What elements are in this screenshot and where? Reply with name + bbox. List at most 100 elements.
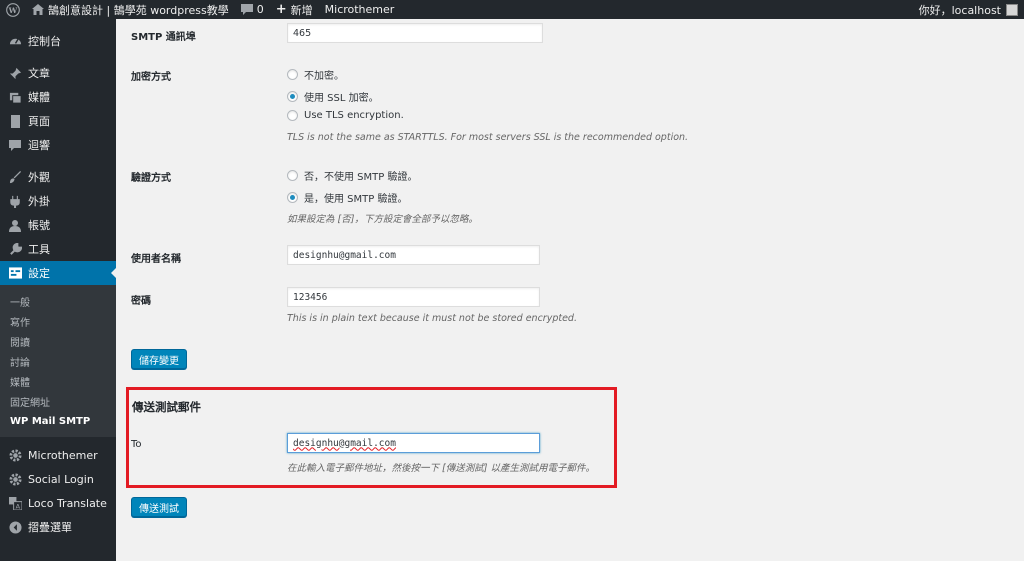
sidebar-item-label: 帳號	[28, 219, 50, 232]
radio-button[interactable]	[287, 170, 298, 181]
auth-option-no[interactable]: 否，不使用 SMTP 驗證。	[287, 168, 417, 183]
user-icon	[8, 218, 22, 232]
brush-icon	[8, 170, 22, 184]
encryption-description: TLS is not the same as STARTTLS. For mos…	[287, 132, 689, 143]
microthemer-link[interactable]: Microthemer	[319, 0, 401, 19]
to-label: To	[131, 439, 142, 450]
sidebar-item-dashboard[interactable]: 控制台	[0, 29, 116, 53]
avatar	[1006, 3, 1018, 16]
sidebar-item-label: 外掛	[28, 195, 50, 208]
sidebar-item-settings[interactable]: 設定	[0, 261, 116, 285]
option-label: 否，不使用 SMTP 驗證。	[304, 172, 418, 183]
submenu-item-writing[interactable]: 寫作	[0, 311, 116, 331]
sidebar-item-label: 設定	[28, 267, 50, 280]
authentication-description: 如果設定為 [否]，下方設定會全部予以忽略。	[287, 214, 478, 225]
encryption-label: 加密方式	[131, 72, 171, 83]
submenu-item-general[interactable]: 一般	[0, 291, 116, 311]
home-icon	[32, 4, 44, 15]
sidebar-item-microthemer[interactable]: Microthemer	[0, 443, 116, 467]
password-label: 密碼	[131, 296, 151, 307]
radio-button[interactable]	[287, 192, 298, 203]
collapse-icon	[8, 520, 22, 534]
svg-text:W: W	[8, 5, 18, 14]
submenu-item-discussion[interactable]: 討論	[0, 351, 116, 371]
sidebar-item-collapse[interactable]: 摺疊選單	[0, 515, 116, 539]
sidebar-item-comments[interactable]: 迴響	[0, 133, 116, 157]
sidebar-item-pages[interactable]: 頁面	[0, 109, 116, 133]
test-email-description: 在此輸入電子郵件地址，然後按一下 [傳送測試] 以產生測試用電子郵件。	[287, 463, 595, 474]
radio-button[interactable]	[287, 110, 298, 121]
option-label: Use TLS encryption.	[304, 110, 404, 121]
sidebar-item-appearance[interactable]: 外觀	[0, 165, 116, 189]
microthemer-label: Microthemer	[324, 3, 395, 16]
sidebar-item-label: 文章	[28, 67, 50, 80]
sidebar-item-label: Social Login	[28, 472, 94, 486]
submenu-item-reading[interactable]: 閱讀	[0, 331, 116, 351]
smtp-port-input[interactable]: 465	[287, 23, 543, 43]
radio-button[interactable]	[287, 69, 298, 80]
test-email-title: 傳送測試郵件	[132, 400, 201, 414]
option-label: 使用 SSL 加密。	[304, 93, 379, 104]
sidebar-item-posts[interactable]: 文章	[0, 61, 116, 85]
sidebar-item-label: 控制台	[28, 35, 61, 48]
sidebar-item-label: 媒體	[28, 91, 50, 104]
sidebar-item-label: 迴響	[28, 139, 50, 152]
encryption-option-tls[interactable]: Use TLS encryption.	[287, 110, 404, 121]
greeting: 你好，localhost	[918, 3, 1001, 17]
submenu-item-wp-mail-smtp[interactable]: WP Mail SMTP	[0, 411, 116, 431]
comment-icon	[240, 4, 253, 15]
submenu-item-permalinks[interactable]: 固定網址	[0, 391, 116, 411]
password-description: This is in plain text because it must no…	[287, 313, 577, 324]
gear-icon	[8, 472, 22, 486]
send-test-button[interactable]: 傳送測試	[131, 497, 187, 517]
account-menu[interactable]: 你好，localhost	[913, 0, 1024, 19]
admin-bar: W 鵠創意設計 | 鵠學苑 wordpress教學 0 + 新增 Microth…	[0, 0, 1024, 19]
new-label: 新增	[290, 3, 313, 17]
sidebar-item-label: 外觀	[28, 171, 50, 184]
media-icon	[8, 90, 22, 104]
settings-form: SMTP 通訊埠 465 加密方式 不加密。 使用 SSL 加密。 Use TL…	[116, 19, 1024, 561]
username-label: 使用者名稱	[131, 254, 181, 265]
pin-icon	[8, 66, 22, 80]
smtp-port-label: SMTP 通訊埠	[131, 32, 196, 43]
sidebar-item-tools[interactable]: 工具	[0, 237, 116, 261]
encryption-option-none[interactable]: 不加密。	[287, 67, 344, 82]
comments-count: 0	[256, 3, 264, 16]
to-value: designhu@gmail.com	[293, 437, 396, 449]
wordpress-logo-icon[interactable]: W	[0, 0, 26, 19]
page-icon	[8, 114, 22, 128]
settings-submenu: 一般 寫作 閱讀 討論 媒體 固定網址 WP Mail SMTP	[0, 285, 116, 437]
svg-text:A: A	[15, 502, 20, 509]
save-changes-button[interactable]: 儲存變更	[131, 349, 187, 369]
sidebar-item-label: 工具	[28, 243, 50, 256]
radio-button[interactable]	[287, 91, 298, 102]
plugin-icon	[8, 194, 22, 208]
site-title: 鵠創意設計 | 鵠學苑 wordpress教學	[48, 3, 229, 17]
password-input[interactable]: 123456	[287, 287, 540, 307]
auth-option-yes[interactable]: 是，使用 SMTP 驗證。	[287, 190, 407, 205]
new-content-link[interactable]: + 新增	[270, 0, 319, 19]
submenu-item-media[interactable]: 媒體	[0, 371, 116, 391]
authentication-label: 驗證方式	[131, 173, 171, 184]
test-email-to-input[interactable]: designhu@gmail.com	[287, 433, 540, 453]
gear-icon	[8, 448, 22, 462]
sidebar-item-media[interactable]: 媒體	[0, 85, 116, 109]
admin-sidebar: 控制台 文章 媒體 頁面 迴響 外觀 外掛 帳號 工具 設定 一般 寫作 閱讀	[0, 19, 116, 561]
wrench-icon	[8, 242, 22, 256]
sidebar-item-label: Microthemer	[28, 448, 98, 462]
username-input[interactable]: designhu@gmail.com	[287, 245, 540, 265]
encryption-option-ssl[interactable]: 使用 SSL 加密。	[287, 89, 379, 104]
sidebar-item-loco-translate[interactable]: A Loco Translate	[0, 491, 116, 515]
comments-link[interactable]: 0	[235, 0, 270, 19]
sidebar-item-label: 摺疊選單	[28, 521, 72, 534]
sidebar-item-plugins[interactable]: 外掛	[0, 189, 116, 213]
sidebar-item-label: Loco Translate	[28, 496, 107, 510]
settings-icon	[8, 266, 22, 280]
site-name-link[interactable]: 鵠創意設計 | 鵠學苑 wordpress教學	[26, 0, 235, 19]
sidebar-item-social-login[interactable]: Social Login	[0, 467, 116, 491]
option-label: 不加密。	[304, 71, 344, 82]
sidebar-item-label: 頁面	[28, 115, 50, 128]
sidebar-item-users[interactable]: 帳號	[0, 213, 116, 237]
option-label: 是，使用 SMTP 驗證。	[304, 194, 408, 205]
dashboard-icon	[8, 34, 22, 48]
